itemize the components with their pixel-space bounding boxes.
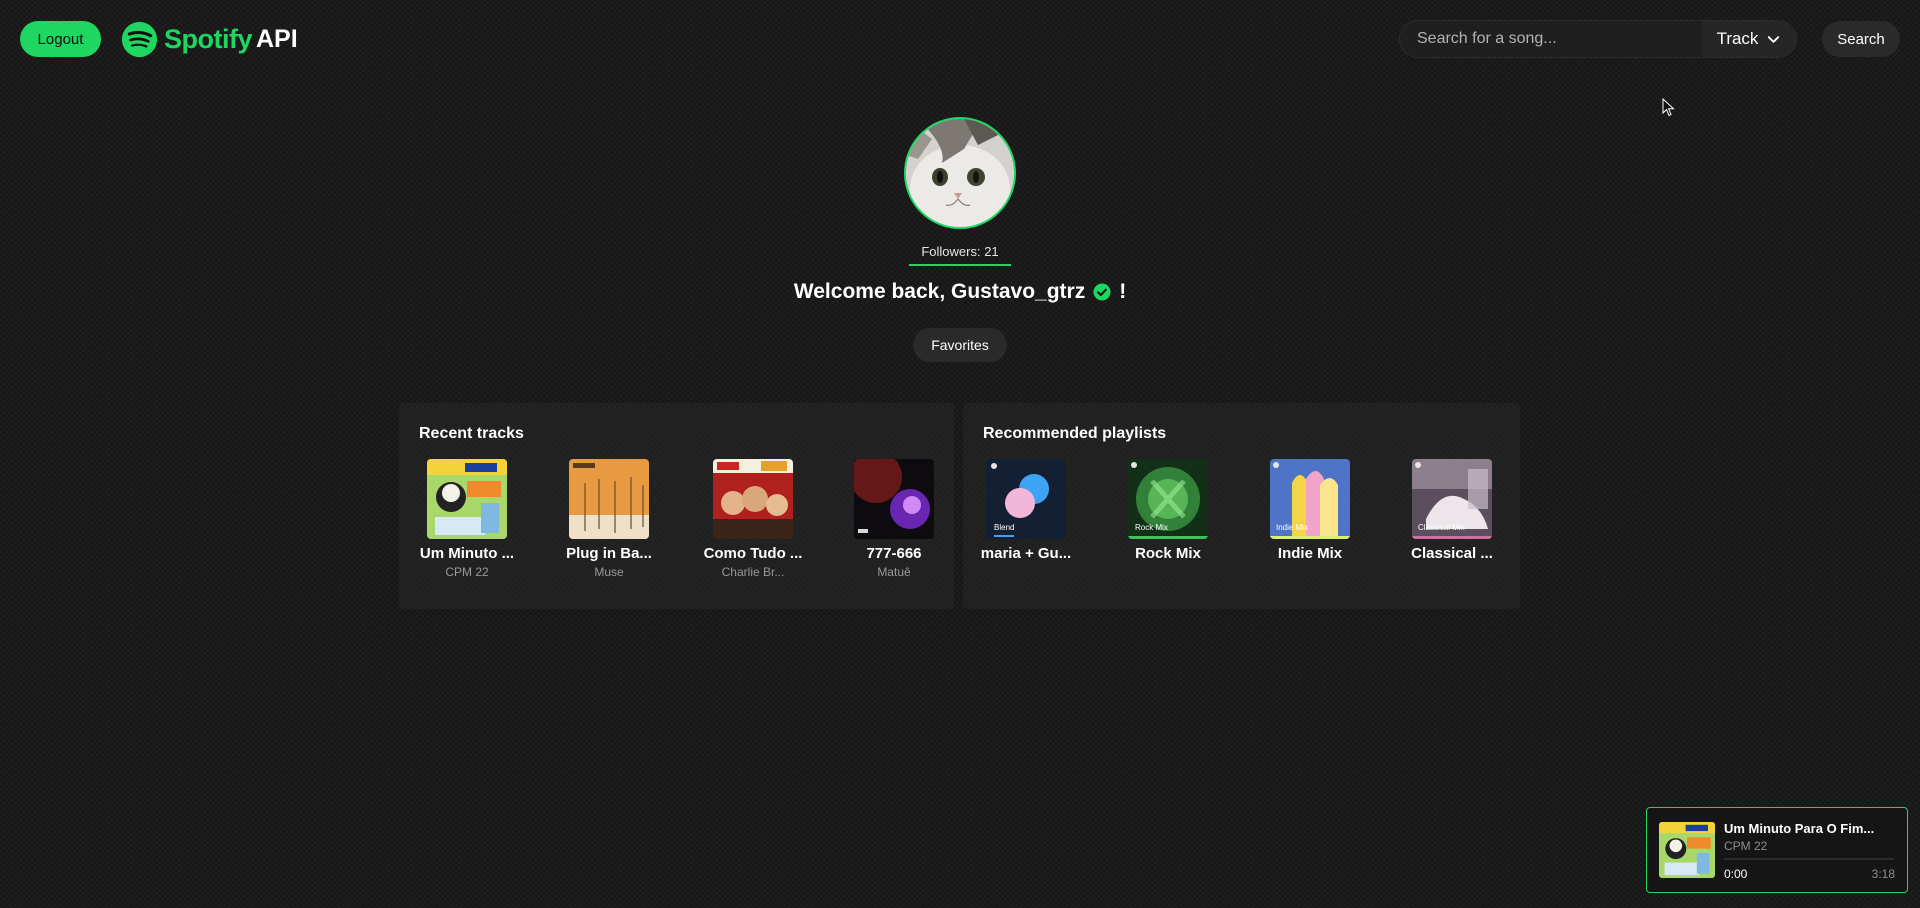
playlist-cover-classical-mix: Classical Mix — [1412, 459, 1492, 539]
track-artist: Matuê — [877, 565, 911, 579]
playlist-card[interactable]: Classical Mix Classical ... — [1397, 459, 1507, 562]
playlist-title: Classical ... — [1411, 545, 1493, 562]
track-title: Plug in Ba... — [566, 545, 652, 562]
welcome-heading: Welcome back, Gustavo_gtrz ! — [660, 280, 1260, 304]
welcome-text: Welcome back, Gustavo_gtrz — [793, 280, 1086, 303]
search-button[interactable]: Search — [1822, 21, 1900, 57]
search-type-label: Track — [1716, 29, 1759, 48]
album-cover-muse — [569, 459, 649, 539]
mouse-cursor-icon — [1662, 98, 1675, 117]
playlist-cover-label: Rock Mix — [1135, 523, 1168, 532]
brand-name: Spotify — [164, 23, 253, 54]
track-artist: CPM 22 — [445, 565, 489, 579]
chevron-down-icon — [1768, 35, 1780, 43]
recent-track-card[interactable]: 777-666 Matuê — [839, 459, 949, 579]
playlist-card[interactable]: Blend maria + Gu... — [971, 459, 1081, 562]
playlist-card[interactable]: Rock Mix Rock Mix — [1113, 459, 1223, 562]
logout-button[interactable]: Logout — [20, 21, 101, 57]
favorites-button[interactable]: Favorites — [913, 328, 1007, 362]
followers-count: Followers: 21 — [909, 244, 1011, 266]
playlist-cover-indie-mix: Indie Mix — [1270, 459, 1350, 539]
brand-suffix: API — [256, 24, 298, 53]
album-cover-cpm22 — [427, 459, 507, 539]
recommended-playlists-title: Recommended playlists — [983, 425, 1167, 442]
playlist-cover-label: Indie Mix — [1276, 523, 1308, 532]
search-input[interactable] — [1400, 21, 1702, 57]
duration: 3:18 — [1871, 867, 1895, 881]
track-title: 777-666 — [866, 545, 922, 562]
now-playing-title: Um Minuto Para O Fim... — [1724, 821, 1875, 836]
search-type-select[interactable]: Track — [1702, 21, 1796, 57]
brand[interactable]: Spotify API — [121, 20, 298, 58]
track-artist: Charlie Br... — [721, 565, 785, 579]
verified-check-icon — [1093, 283, 1111, 301]
progress-bar[interactable] — [1724, 858, 1894, 860]
now-playing-player[interactable]: Um Minuto Para O Fim... CPM 22 0:00 3:18 — [1646, 807, 1908, 893]
playlist-title: Rock Mix — [1135, 545, 1201, 562]
playlist-title: maria + Gu... — [980, 545, 1072, 562]
recent-track-card[interactable]: Um Minuto ... CPM 22 — [412, 459, 522, 579]
recent-tracks-title: Recent tracks — [419, 425, 524, 442]
search-bar: Track — [1399, 20, 1797, 58]
now-playing-artist: CPM 22 — [1724, 839, 1768, 853]
recommended-playlists-panel: Recommended playlists Blend maria + Gu..… — [963, 403, 1520, 609]
top-bar: Logout Spotify API Track Search — [0, 0, 1920, 78]
track-title: Um Minuto ... — [419, 545, 515, 562]
now-playing-cover — [1659, 822, 1715, 878]
track-artist: Muse — [594, 565, 624, 579]
current-time: 0:00 — [1724, 867, 1748, 881]
recent-tracks-panel: Recent tracks Um Minuto ... CPM 22 Plug … — [399, 403, 954, 609]
playlist-cover-label: Blend — [994, 523, 1014, 532]
playlist-card[interactable]: Indie Mix Indie Mix — [1255, 459, 1365, 562]
profile-avatar — [904, 117, 1016, 229]
album-cover-matue — [854, 459, 934, 539]
album-cover-charlie-brown — [713, 459, 793, 539]
welcome-exclamation: ! — [1119, 280, 1127, 303]
playlist-title: Indie Mix — [1277, 545, 1343, 562]
recent-track-card[interactable]: Plug in Ba... Muse — [554, 459, 664, 579]
playlist-cover-blend: Blend — [986, 459, 1066, 539]
playlist-cover-label: Classical Mix — [1418, 523, 1465, 532]
recent-track-card[interactable]: Como Tudo ... Charlie Br... — [698, 459, 808, 579]
playlist-cover-rock-mix: Rock Mix — [1128, 459, 1208, 539]
spotify-logo-icon — [121, 21, 158, 57]
cat-photo — [906, 119, 1014, 227]
track-title: Como Tudo ... — [703, 545, 803, 562]
